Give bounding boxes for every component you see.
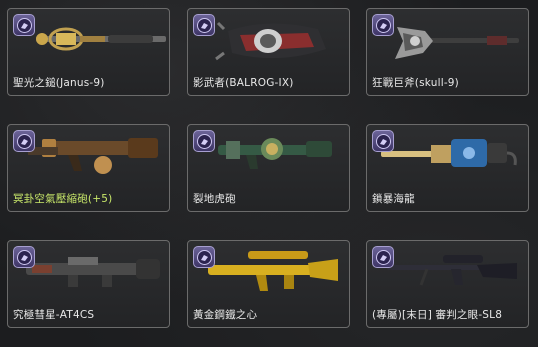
- weapon-name: 冥卦空氣壓縮砲(+5): [13, 193, 113, 205]
- grade-emblem-icon: [372, 246, 394, 268]
- weapon-name: 黃金鋼鐵之心: [193, 309, 258, 321]
- weapon-name: 聖光之鎚(Janus-9): [13, 77, 105, 89]
- grade-emblem-icon: [13, 14, 35, 36]
- weapon-card-skull9[interactable]: 狂戰巨斧(skull-9): [366, 8, 529, 96]
- weapon-card-tiger-cannon[interactable]: 裂地虎砲: [187, 124, 350, 212]
- grade-emblem-icon: [193, 130, 215, 152]
- weapon-card-air-cannon[interactable]: 冥卦空氣壓縮砲(+5): [7, 124, 170, 212]
- weapon-name: 影武者(BALROG-IX): [193, 77, 294, 89]
- weapon-name: (專屬)[末日] 審判之眼-SL8: [372, 309, 503, 321]
- weapon-card-sl8[interactable]: (專屬)[末日] 審判之眼-SL8: [366, 240, 529, 328]
- grade-emblem-icon: [193, 246, 215, 268]
- weapon-card-at4cs[interactable]: 究極彗星-AT4CS: [7, 240, 170, 328]
- weapon-card-golden-heart[interactable]: 黃金鋼鐵之心: [187, 240, 350, 328]
- grade-emblem-icon: [13, 130, 35, 152]
- weapon-card-janus[interactable]: 聖光之鎚(Janus-9): [7, 8, 170, 96]
- weapon-name: 鎖暴海龍: [372, 193, 415, 205]
- grade-emblem-icon: [372, 14, 394, 36]
- weapon-card-sea-dragon[interactable]: 鎖暴海龍: [366, 124, 529, 212]
- weapon-name: 狂戰巨斧(skull-9): [372, 77, 459, 89]
- weapon-name: 裂地虎砲: [193, 193, 236, 205]
- grade-emblem-icon: [13, 246, 35, 268]
- weapon-card-balrog[interactable]: 影武者(BALROG-IX): [187, 8, 350, 96]
- grade-emblem-icon: [193, 14, 215, 36]
- grade-emblem-icon: [372, 130, 394, 152]
- weapon-name: 究極彗星-AT4CS: [13, 309, 95, 321]
